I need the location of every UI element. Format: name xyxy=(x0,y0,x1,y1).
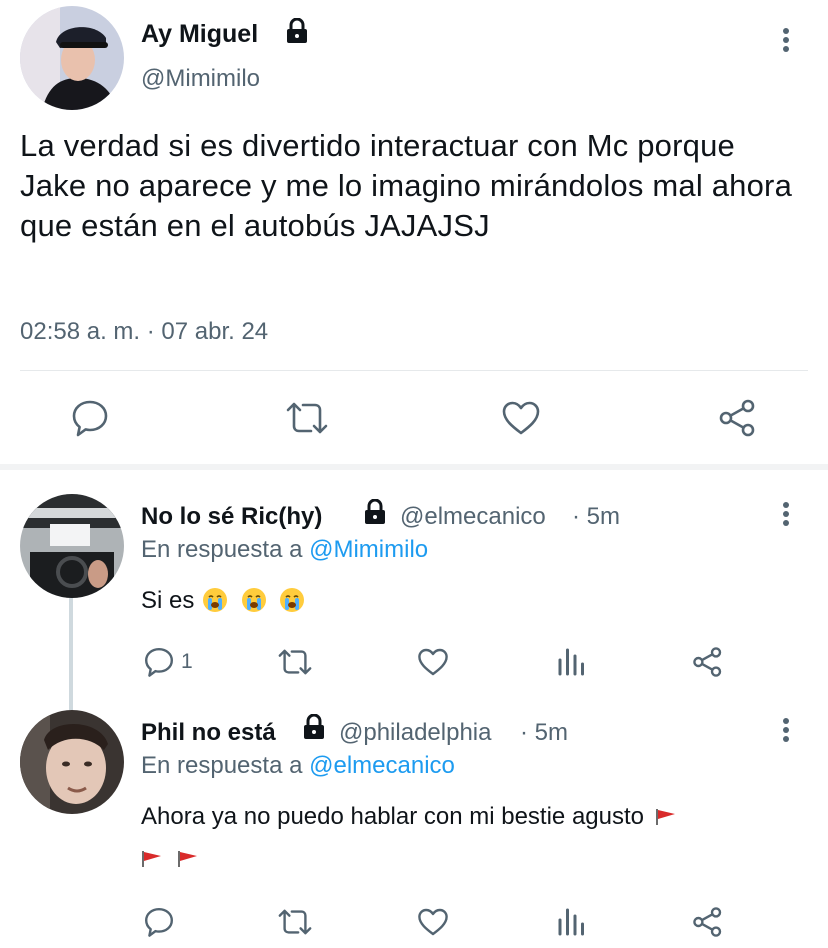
reply-context: En respuesta a @Mimimilo xyxy=(141,536,428,564)
share-icon xyxy=(693,647,722,677)
reply-icon xyxy=(145,648,173,677)
reply-author-name[interactable]: Phil no está xyxy=(141,719,276,747)
reply-avatar[interactable] xyxy=(20,710,124,814)
share-button[interactable] xyxy=(718,398,758,438)
retweet-button[interactable] xyxy=(285,398,329,438)
retweet-button[interactable] xyxy=(277,906,313,938)
like-button[interactable] xyxy=(417,646,449,678)
retweet-button[interactable] xyxy=(277,646,313,678)
divider xyxy=(20,370,808,371)
reply-button[interactable] xyxy=(70,398,110,438)
reply-icon xyxy=(145,908,173,937)
loudly-crying-face-emoji xyxy=(280,588,305,612)
reply-text-content: Ahora ya no puedo hablar con mi bestie a… xyxy=(141,803,645,830)
author-name[interactable]: Ay Miguel xyxy=(141,20,258,49)
reply-handle[interactable]: @philadelphia xyxy=(339,719,491,747)
red-flag-emoji xyxy=(655,808,677,826)
reply-text-content: Si es xyxy=(141,587,195,614)
reply-to-mention[interactable]: @Mimimilo xyxy=(309,536,428,563)
share-icon xyxy=(693,907,722,937)
like-button[interactable] xyxy=(501,398,541,438)
heart-icon xyxy=(502,401,540,435)
stats-button[interactable] xyxy=(556,646,586,676)
lock-icon xyxy=(285,18,309,44)
retweet-icon xyxy=(278,909,312,935)
reply-avatar[interactable] xyxy=(20,494,124,598)
share-button[interactable] xyxy=(692,906,724,938)
reply-to-mention[interactable]: @elmecanico xyxy=(309,752,455,779)
reply-button[interactable] xyxy=(143,906,175,938)
reply-count: 1 xyxy=(181,650,193,673)
heart-icon xyxy=(418,648,448,676)
like-button[interactable] xyxy=(417,906,449,938)
more-icon[interactable] xyxy=(782,502,790,526)
author-avatar[interactable] xyxy=(20,6,124,110)
reply-text: Si es xyxy=(141,586,305,616)
reply-context-label: En respuesta a xyxy=(141,752,303,779)
tweet-timestamp[interactable]: 02:58 a. m. · 07 abr. 24 xyxy=(20,318,268,346)
retweet-icon xyxy=(278,649,312,675)
loudly-crying-face-emoji xyxy=(241,588,266,612)
lock-icon xyxy=(302,714,326,740)
tweet-text: La verdad si es divertido interactuar co… xyxy=(20,128,793,243)
author-handle[interactable]: @Mimimilo xyxy=(141,65,260,93)
section-separator xyxy=(0,464,828,470)
reply-context: En respuesta a @elmecanico xyxy=(141,752,455,780)
reply-icon xyxy=(72,400,108,437)
loudly-crying-face-emoji xyxy=(203,588,228,612)
reply-text: Ahora ya no puedo hablar con mi bestie a… xyxy=(141,802,781,832)
retweet-icon xyxy=(286,402,328,434)
share-button[interactable] xyxy=(692,646,724,678)
red-flag-emoji xyxy=(141,850,163,868)
stats-icon xyxy=(558,648,584,676)
red-flag-emoji xyxy=(177,850,199,868)
thread-line xyxy=(69,598,73,710)
flag-row xyxy=(141,850,199,871)
reply-time: · 5m xyxy=(520,719,568,746)
more-icon[interactable] xyxy=(782,718,790,742)
more-icon[interactable] xyxy=(782,28,790,52)
reply-author-name[interactable]: No lo sé Ric(hy) xyxy=(141,503,322,531)
stats-button[interactable] xyxy=(556,906,586,936)
reply-context-label: En respuesta a xyxy=(141,536,303,563)
lock-icon xyxy=(363,499,387,525)
heart-icon xyxy=(418,908,448,936)
reply-button[interactable]: 1 xyxy=(143,646,193,678)
reply-handle[interactable]: @elmecanico xyxy=(400,503,546,531)
share-icon xyxy=(719,399,755,437)
reply-time: · 5m xyxy=(572,503,620,530)
stats-icon xyxy=(558,908,584,936)
